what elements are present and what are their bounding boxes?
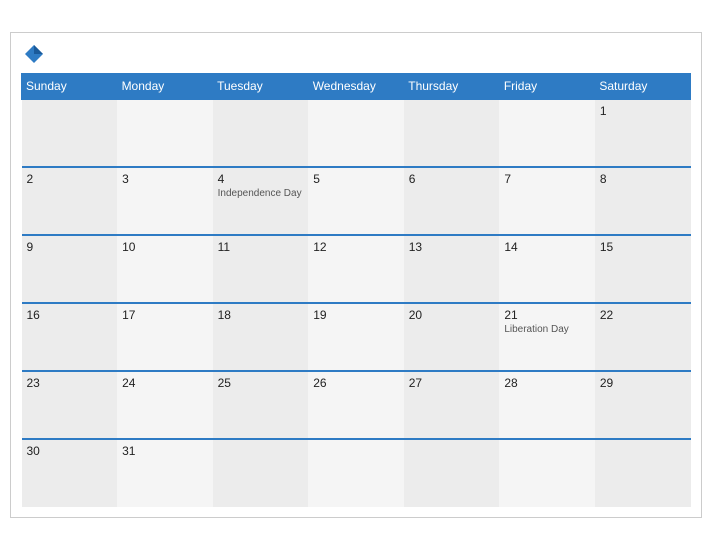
- day-number: 7: [504, 172, 590, 186]
- weekday-header-thursday: Thursday: [404, 74, 500, 100]
- day-number: 15: [600, 240, 686, 254]
- day-number: 30: [27, 444, 113, 458]
- calendar-cell: 26: [308, 371, 404, 439]
- day-number: 9: [27, 240, 113, 254]
- day-number: 1: [600, 104, 686, 118]
- calendar-week-row: 30 31: [22, 439, 691, 507]
- calendar-cell: [499, 439, 595, 507]
- day-number: 16: [27, 308, 113, 322]
- calendar-cell: [117, 99, 213, 167]
- day-number: 5: [313, 172, 399, 186]
- day-number: 13: [409, 240, 495, 254]
- calendar-cell: 24: [117, 371, 213, 439]
- calendar-cell: [213, 439, 309, 507]
- day-number: 4: [218, 172, 304, 186]
- calendar-week-row: 234 Independence Day 5678: [22, 167, 691, 235]
- calendar-cell: 4 Independence Day: [213, 167, 309, 235]
- day-number: 23: [27, 376, 113, 390]
- day-number: 31: [122, 444, 208, 458]
- calendar-cell: [308, 99, 404, 167]
- calendar-cell: [213, 99, 309, 167]
- calendar-cell: 9: [22, 235, 118, 303]
- day-number: 25: [218, 376, 304, 390]
- calendar-week-row: 23 24 25 26 27 28 29: [22, 371, 691, 439]
- brand-logo-area: [21, 43, 45, 65]
- calendar-cell: 25: [213, 371, 309, 439]
- weekday-header-tuesday: Tuesday: [213, 74, 309, 100]
- calendar-cell: 22: [595, 303, 691, 371]
- calendar-cell: 5: [308, 167, 404, 235]
- day-number: 26: [313, 376, 399, 390]
- calendar-cell: 2: [22, 167, 118, 235]
- calendar-cell: 16: [22, 303, 118, 371]
- calendar-cell: 31: [117, 439, 213, 507]
- calendar-cell: 20: [404, 303, 500, 371]
- calendar-cell: 15: [595, 235, 691, 303]
- calendar-cell: 23: [22, 371, 118, 439]
- calendar-cell: 17: [117, 303, 213, 371]
- day-number: 6: [409, 172, 495, 186]
- day-number: 17: [122, 308, 208, 322]
- day-number: 3: [122, 172, 208, 186]
- weekday-header-friday: Friday: [499, 74, 595, 100]
- day-number: 27: [409, 376, 495, 390]
- day-number: 19: [313, 308, 399, 322]
- day-number: 14: [504, 240, 590, 254]
- weekday-header-sunday: Sunday: [22, 74, 118, 100]
- calendar-cell: 7: [499, 167, 595, 235]
- calendar-week-row: 16 17 18 19 20 21 Liberation Day 22: [22, 303, 691, 371]
- day-number: 8: [600, 172, 686, 186]
- calendar-cell: 29: [595, 371, 691, 439]
- calendar-cell: 6: [404, 167, 500, 235]
- calendar-container: SundayMondayTuesdayWednesdayThursdayFrid…: [10, 32, 702, 518]
- day-number: 22: [600, 308, 686, 322]
- calendar-cell: 10: [117, 235, 213, 303]
- day-number: 2: [27, 172, 113, 186]
- calendar-header: [21, 43, 691, 65]
- day-number: 18: [218, 308, 304, 322]
- calendar-cell: [404, 99, 500, 167]
- calendar-cell: 13: [404, 235, 500, 303]
- calendar-cell: 1: [595, 99, 691, 167]
- calendar-cell: 21 Liberation Day: [499, 303, 595, 371]
- day-number: 29: [600, 376, 686, 390]
- day-number: 21: [504, 308, 590, 322]
- day-number: 11: [218, 240, 304, 254]
- calendar-cell: 19: [308, 303, 404, 371]
- calendar-cell: 27: [404, 371, 500, 439]
- calendar-table: SundayMondayTuesdayWednesdayThursdayFrid…: [21, 73, 691, 507]
- calendar-cell: [499, 99, 595, 167]
- weekday-header-wednesday: Wednesday: [308, 74, 404, 100]
- day-number: 20: [409, 308, 495, 322]
- calendar-cell: 12: [308, 235, 404, 303]
- weekday-header-saturday: Saturday: [595, 74, 691, 100]
- calendar-cell: 14: [499, 235, 595, 303]
- calendar-cell: 3: [117, 167, 213, 235]
- calendar-cell: [404, 439, 500, 507]
- calendar-cell: 8: [595, 167, 691, 235]
- weekday-header-row: SundayMondayTuesdayWednesdayThursdayFrid…: [22, 74, 691, 100]
- weekday-header-monday: Monday: [117, 74, 213, 100]
- calendar-cell: 28: [499, 371, 595, 439]
- brand-flag-icon: [23, 43, 45, 65]
- event-label: Independence Day: [218, 188, 304, 199]
- calendar-cell: 11: [213, 235, 309, 303]
- event-label: Liberation Day: [504, 324, 590, 335]
- calendar-cell: 30: [22, 439, 118, 507]
- day-number: 10: [122, 240, 208, 254]
- calendar-week-row: 9 10 11 12 13 14 15: [22, 235, 691, 303]
- day-number: 24: [122, 376, 208, 390]
- calendar-week-row: 1: [22, 99, 691, 167]
- day-number: 28: [504, 376, 590, 390]
- calendar-cell: [308, 439, 404, 507]
- calendar-cell: [595, 439, 691, 507]
- calendar-cell: [22, 99, 118, 167]
- day-number: 12: [313, 240, 399, 254]
- calendar-cell: 18: [213, 303, 309, 371]
